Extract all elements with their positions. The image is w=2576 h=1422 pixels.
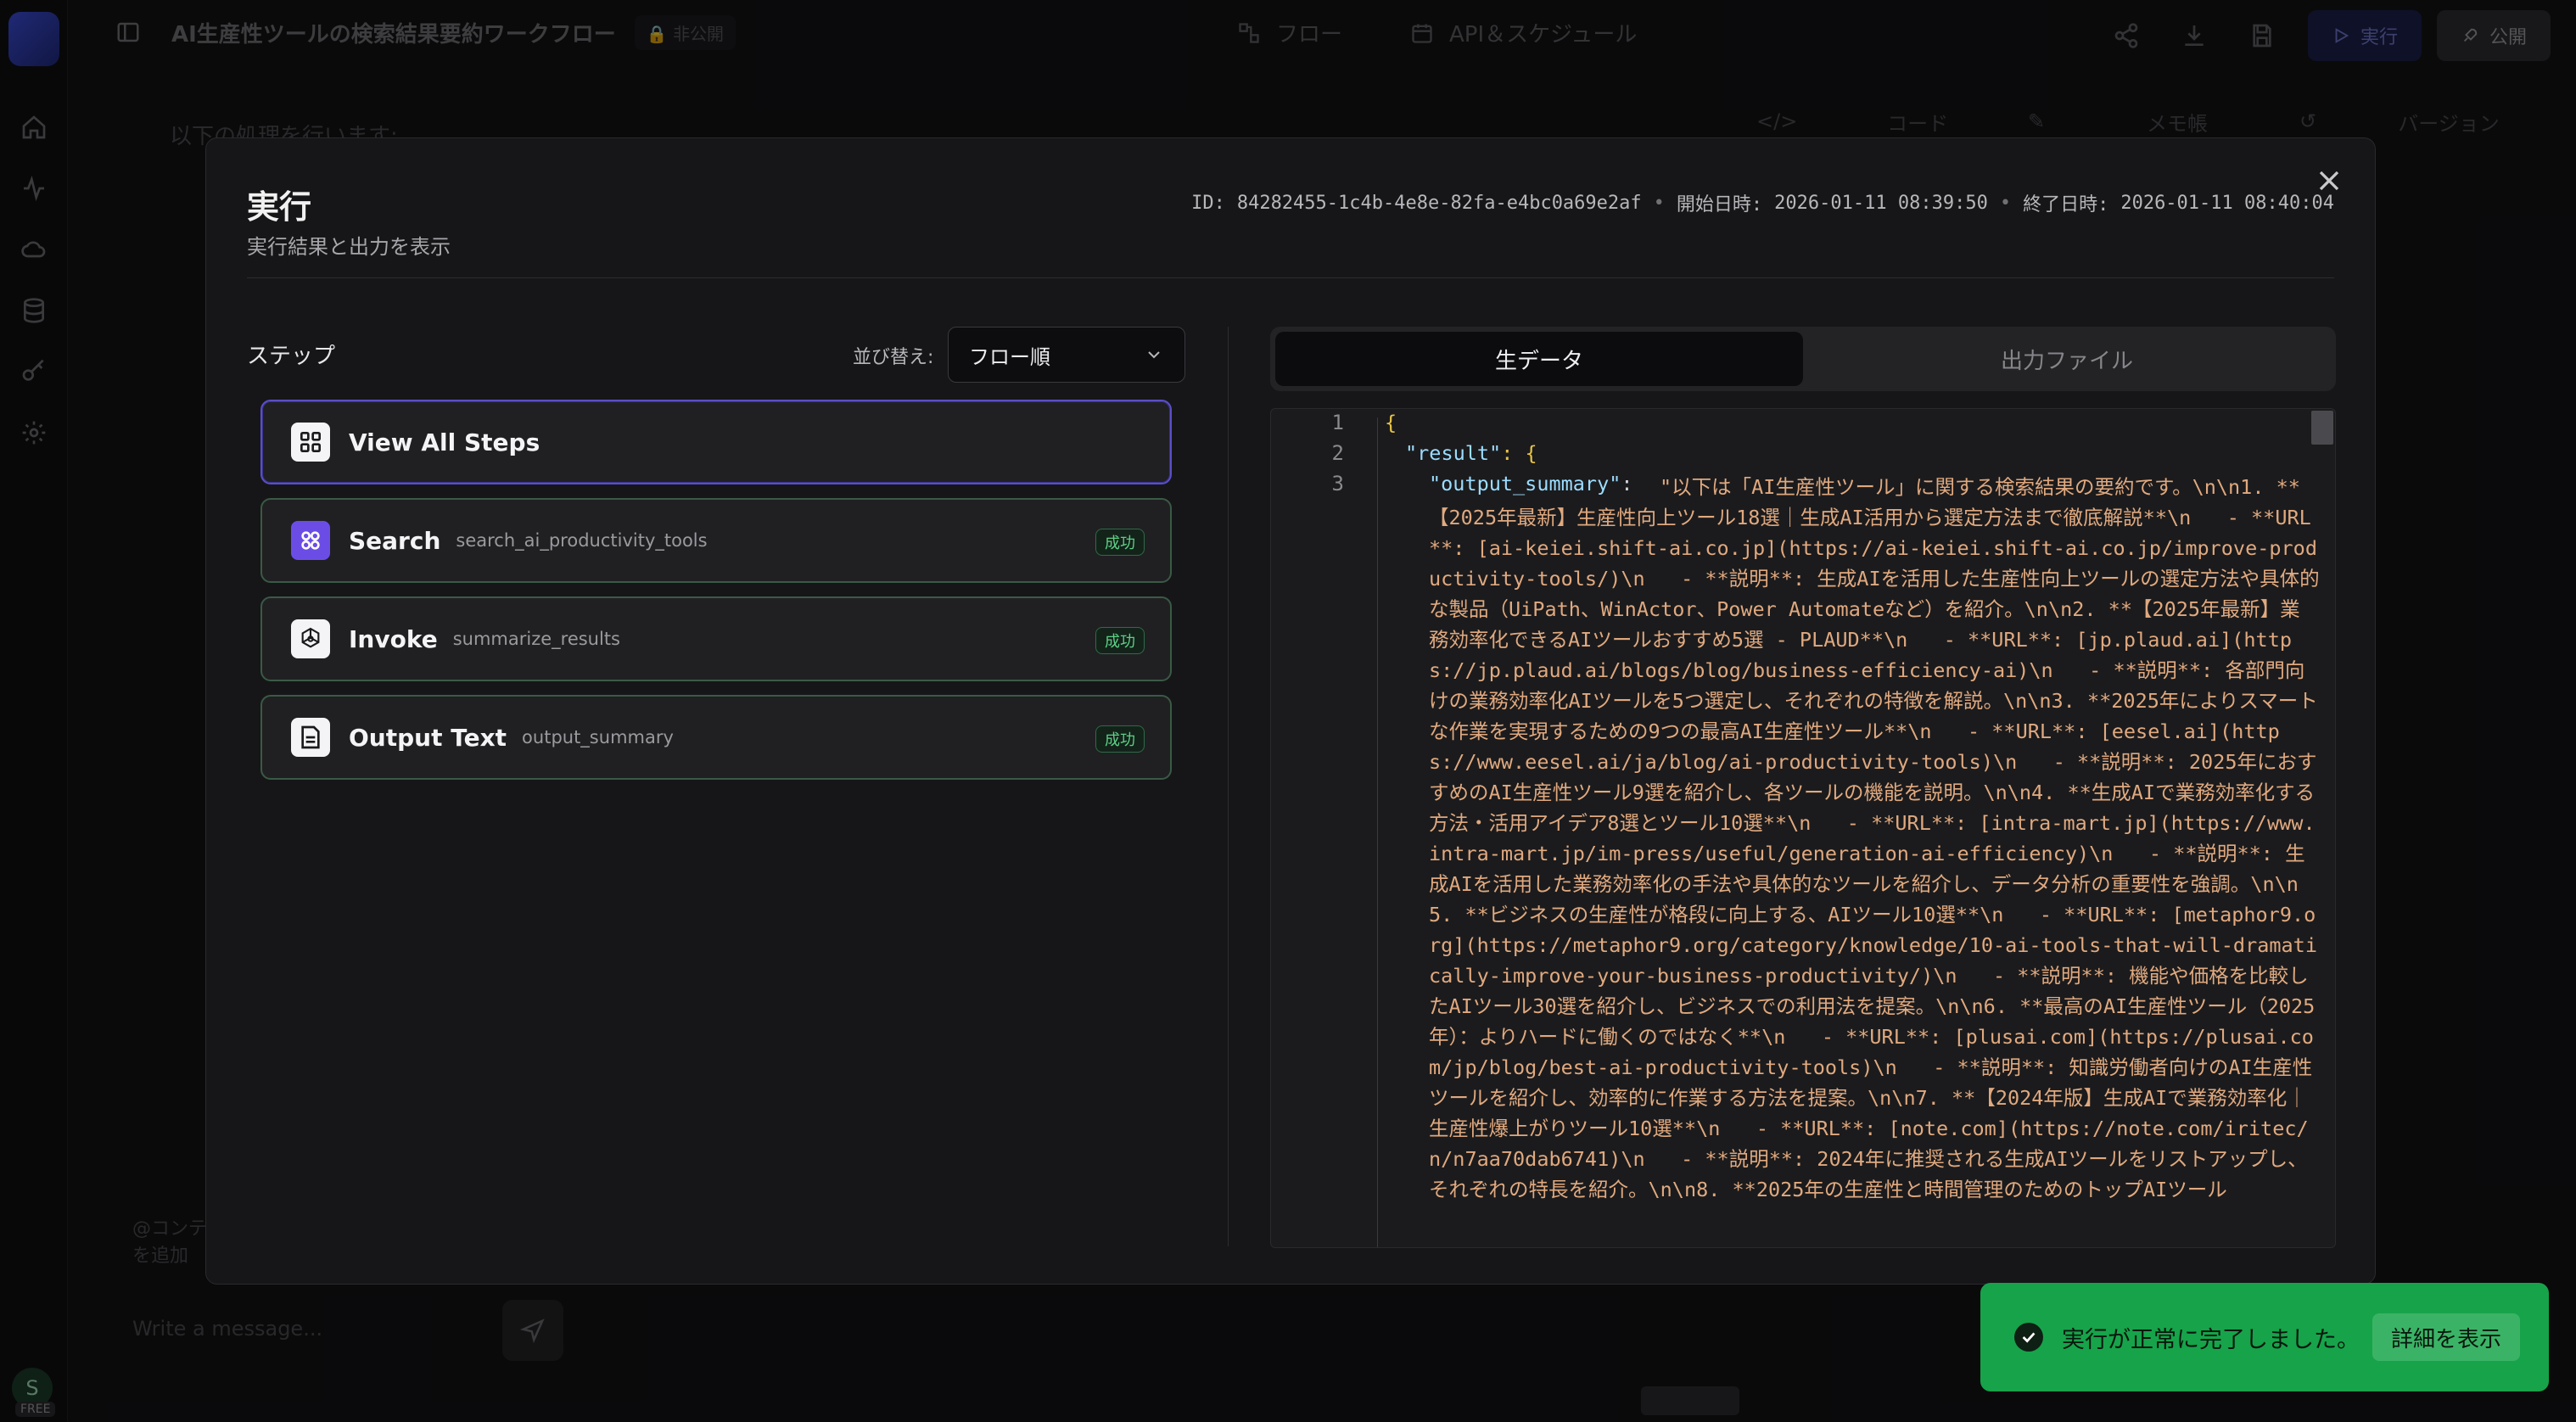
code-line-2: "result": { — [1405, 441, 1537, 465]
code-line-1: { — [1385, 411, 1397, 434]
step-name: Invoke — [349, 624, 438, 653]
modal-subtitle: 実行結果と出力を表示 — [247, 235, 451, 259]
sort-select[interactable]: フロー順 — [948, 327, 1185, 383]
meta-separator: • — [1999, 192, 2012, 214]
status-badge: 成功 — [1095, 627, 1145, 654]
step-search[interactable]: Search search_ai_productivity_tools 成功 — [260, 498, 1172, 583]
column-divider — [1228, 327, 1229, 1246]
sort-value: フロー順 — [969, 344, 1050, 369]
editor-scrollbar[interactable] — [2311, 411, 2333, 445]
steps-header: ステップ — [247, 344, 336, 369]
code-editor[interactable]: 1 2 3 { "result": { "output_summary": "以… — [1270, 408, 2336, 1248]
line-number: 2 — [1331, 441, 1344, 465]
step-name: Search — [349, 526, 441, 555]
toast-message: 実行が正常に完了しました。 — [2062, 1326, 2360, 1353]
indent-guide — [1377, 417, 1378, 1247]
end-value: 2026-01-11 08:40:04 — [2120, 192, 2334, 214]
step-name: View All Steps — [349, 428, 540, 456]
tab-raw-data[interactable]: 生データ — [1275, 332, 1803, 386]
chevron-down-icon — [1148, 351, 1160, 359]
view-details-button[interactable]: 詳細を表示 — [2372, 1313, 2520, 1361]
start-label: 開始日時: — [1676, 194, 1763, 216]
modal-title: 実行 — [247, 188, 312, 226]
step-id: output_summary — [522, 727, 674, 747]
start-value: 2026-01-11 08:39:50 — [1774, 192, 1988, 214]
step-output-text[interactable]: Output Text output_summary 成功 — [260, 695, 1172, 780]
execution-meta: ID: 84282455-1c4b-4e8e-82fa-e4bc0a69e2af… — [1191, 189, 2334, 216]
success-toast: 実行が正常に完了しました。 詳細を表示 — [1980, 1283, 2549, 1391]
execution-modal: 実行 実行結果と出力を表示 ID: 84282455-1c4b-4e8e-82f… — [205, 137, 2376, 1285]
status-badge: 成功 — [1095, 529, 1145, 556]
check-circle-icon — [2014, 1323, 2043, 1352]
step-name: Output Text — [349, 723, 507, 752]
output-tabs: 生データ 出力ファイル — [1270, 327, 2336, 391]
line-number: 1 — [1331, 411, 1344, 434]
header-divider — [247, 277, 2334, 278]
status-badge: 成功 — [1095, 725, 1145, 753]
text-file-icon — [291, 718, 330, 757]
step-view-all[interactable]: View All Steps — [260, 400, 1172, 484]
id-label: ID: — [1191, 192, 1225, 214]
tab-output-files[interactable]: 出力ファイル — [1803, 332, 2331, 386]
line-gutter: 1 2 3 — [1271, 409, 1376, 1247]
step-invoke[interactable]: Invoke summarize_results 成功 — [260, 596, 1172, 681]
step-id: summarize_results — [452, 629, 620, 649]
line-number: 3 — [1331, 472, 1344, 495]
grid-icon — [291, 423, 330, 462]
sort-label: 並び替え: — [853, 347, 934, 368]
output-summary-value: "以下は「AI生産性ツール」に関する検索結果の要約です。\n\n1. **【20… — [1429, 475, 2320, 1201]
end-label: 終了日時: — [2023, 194, 2109, 216]
id-value: 84282455-1c4b-4e8e-82fa-e4bc0a69e2af — [1236, 192, 1642, 214]
search-tool-icon — [291, 521, 330, 560]
step-id: search_ai_productivity_tools — [456, 530, 708, 551]
meta-separator: • — [1653, 192, 1665, 214]
openai-icon — [291, 619, 330, 658]
